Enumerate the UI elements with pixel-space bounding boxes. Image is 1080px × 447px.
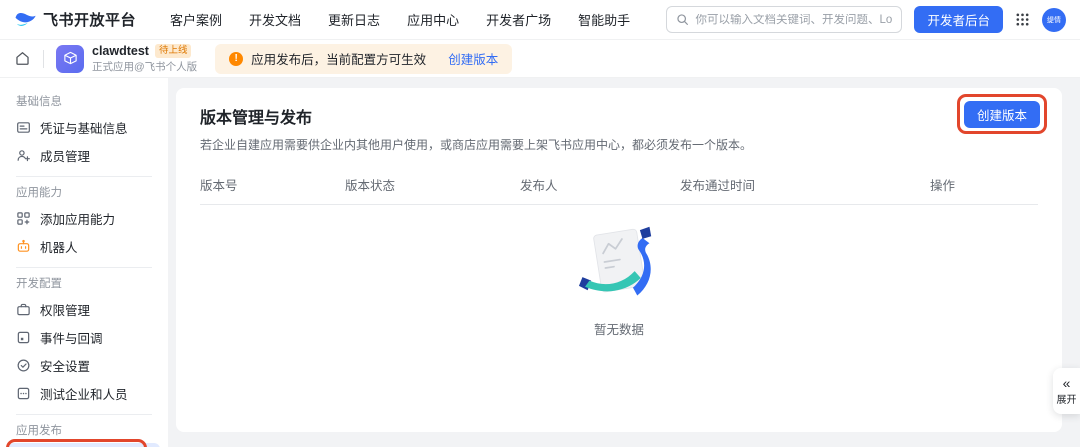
top-navigation-bar: 飞书开放平台 客户案例 开发文档 更新日志 应用中心 开发者广场 智能助手 开发…: [0, 0, 1080, 40]
app-status-badge: 待上线: [155, 44, 192, 58]
divider: [43, 50, 44, 68]
empty-state-text: 暂无数据: [594, 319, 644, 338]
sidebar-item-label: 凭证与基础信息: [40, 118, 128, 137]
developer-console-button[interactable]: 开发者后台: [914, 6, 1003, 33]
version-management-panel: 版本管理与发布 若企业自建应用需要供企业内其他用户使用，或商店应用需要上架飞书应…: [176, 88, 1062, 432]
app-subtitle: 正式应用@飞书个人版: [92, 59, 197, 74]
search-input[interactable]: [695, 14, 892, 26]
column-actions: 操作: [930, 175, 1038, 194]
cube-icon: [63, 51, 78, 66]
column-version-number: 版本号: [200, 175, 345, 194]
credential-icon: [16, 120, 31, 135]
expand-panel-control[interactable]: « 展开: [1053, 368, 1080, 414]
feishu-logo-icon: [14, 10, 37, 29]
sidebar-item-security[interactable]: 安全设置: [8, 352, 160, 379]
global-search-box[interactable]: [666, 6, 902, 33]
sidebar-item-version-management[interactable]: 版本管理与发布: [8, 443, 160, 447]
nav-item-developer-plaza[interactable]: 开发者广场: [486, 10, 551, 29]
red-highlight-annotation: [6, 439, 147, 447]
sidebar-item-add-capability[interactable]: 添加应用能力: [8, 205, 160, 232]
brand[interactable]: 飞书开放平台: [14, 9, 136, 30]
nav-item-changelog[interactable]: 更新日志: [328, 10, 380, 29]
divider: [16, 176, 152, 177]
sidebar-item-test-org[interactable]: 测试企业和人员: [8, 380, 160, 407]
sidebar-section-capabilities: 应用能力: [16, 184, 168, 200]
sidebar-item-credentials[interactable]: 凭证与基础信息: [8, 114, 160, 141]
sidebar-item-label: 测试企业和人员: [40, 384, 128, 403]
divider: [16, 267, 152, 268]
sidebar-item-label: 添加应用能力: [40, 209, 115, 228]
briefcase-icon: [16, 302, 31, 317]
page-subtitle: 若企业自建应用需要供企业内其他用户使用，或商店应用需要上架飞书应用中心，都必须发…: [200, 136, 1038, 153]
robot-icon: [16, 239, 31, 254]
search-icon: [676, 13, 689, 26]
sidebar-section-dev-config: 开发配置: [16, 275, 168, 291]
nav-item-app-center[interactable]: 应用中心: [407, 10, 459, 29]
sidebar-item-bot[interactable]: 机器人: [8, 233, 160, 260]
home-icon[interactable]: [14, 50, 31, 67]
app-icon[interactable]: [56, 45, 84, 73]
sidebar-item-label: 事件与回调: [40, 328, 103, 347]
column-publisher: 发布人: [520, 175, 680, 194]
publish-notice-banner: ! 应用发布后，当前配置方可生效 创建版本: [215, 44, 512, 74]
nav-item-customer-cases[interactable]: 客户案例: [170, 10, 222, 29]
warning-icon: !: [229, 52, 243, 66]
empty-state: 暂无数据: [200, 223, 1038, 338]
create-version-button[interactable]: 创建版本: [964, 101, 1040, 128]
sidebar-item-permissions[interactable]: 权限管理: [8, 296, 160, 323]
nav-item-dev-docs[interactable]: 开发文档: [249, 10, 301, 29]
sidebar-item-label: 权限管理: [40, 300, 90, 319]
sidebar: 基础信息 凭证与基础信息 成员管理 应用能力: [0, 78, 168, 447]
banner-create-version-link[interactable]: 创建版本: [448, 49, 498, 68]
sidebar-section-basic-info: 基础信息: [16, 93, 168, 109]
app-context-bar: clawdtest 待上线 正式应用@飞书个人版 ! 应用发布后，当前配置方可生…: [0, 40, 1080, 78]
no-data-illustration: [572, 223, 666, 307]
expand-label: 展开: [1057, 391, 1077, 406]
apps-grid-icon[interactable]: [1015, 12, 1030, 27]
collapse-chevrons-icon: «: [1063, 376, 1071, 390]
topnav-right-group: 开发者后台 缇情: [666, 6, 1066, 33]
create-version-wrap: 创建版本: [964, 101, 1040, 128]
divider: [16, 414, 152, 415]
sidebar-item-members[interactable]: 成员管理: [8, 142, 160, 169]
sidebar-item-label: 安全设置: [40, 356, 90, 375]
sidebar-section-app-release: 应用发布: [16, 422, 168, 438]
user-avatar[interactable]: 缇情: [1042, 8, 1066, 32]
sidebar-item-label: 成员管理: [40, 146, 90, 165]
test-org-icon: [16, 386, 31, 401]
app-meta[interactable]: clawdtest 待上线 正式应用@飞书个人版: [92, 44, 197, 74]
version-table-header: 版本号 版本状态 发布人 发布通过时间 操作: [200, 167, 1038, 205]
sidebar-item-events-callbacks[interactable]: 事件与回调: [8, 324, 160, 351]
sidebar-item-label: 机器人: [40, 237, 78, 256]
member-icon: [16, 148, 31, 163]
banner-text: 应用发布后，当前配置方可生效: [251, 49, 426, 68]
page-title: 版本管理与发布: [200, 104, 1038, 128]
column-version-status: 版本状态: [345, 175, 520, 194]
brand-name: 飞书开放平台: [43, 9, 136, 30]
top-nav-menu: 客户案例 开发文档 更新日志 应用中心 开发者广场 智能助手: [170, 10, 630, 29]
event-callback-icon: [16, 330, 31, 345]
security-check-icon: [16, 358, 31, 373]
nav-item-ai-assistant[interactable]: 智能助手: [578, 10, 630, 29]
app-name: clawdtest: [92, 44, 149, 58]
feishu-open-platform-console: 飞书开放平台 客户案例 开发文档 更新日志 应用中心 开发者广场 智能助手 开发…: [0, 0, 1080, 447]
column-approved-time: 发布通过时间: [680, 175, 930, 194]
add-capability-icon: [16, 211, 31, 226]
